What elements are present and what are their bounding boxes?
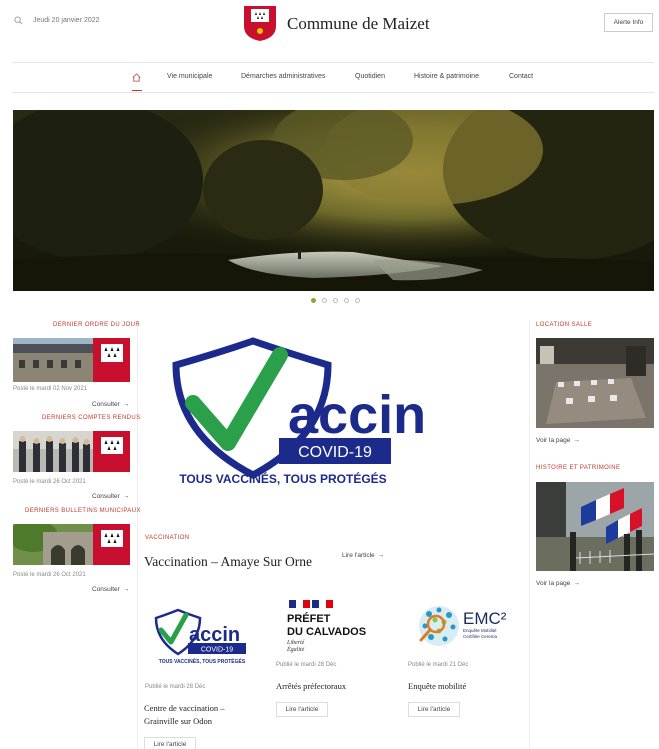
nav-quotidien[interactable]: Quotidien [355, 73, 385, 80]
arrow-right-icon: → [377, 552, 385, 559]
voir-la-page-label: Voir la page [536, 580, 571, 587]
arrow-right-icon: → [573, 580, 580, 587]
main-navigation: Vie municipale Démarches administratives… [12, 63, 654, 92]
left-post-date: Posté le mardi 02 Nov 2021 [13, 386, 88, 392]
right-section-heading: Location salle [536, 322, 593, 328]
left-section-heading: Derniers comptes rendus [42, 415, 141, 421]
featured-category[interactable]: Vaccination [145, 535, 190, 541]
card-logo-motto2: Égalité [286, 645, 305, 653]
card-post-date: Publié le mardi 28 Déc [145, 684, 206, 690]
slider-dots [311, 298, 360, 303]
comptes-rendus-thumbnail[interactable] [13, 431, 130, 472]
left-post-date: Posté le mardi 26 Oct 2021 [13, 479, 86, 485]
nav-divider-bottom [12, 92, 654, 93]
slider-dot-5[interactable] [355, 298, 360, 303]
arrow-right-icon: → [122, 586, 130, 593]
slider-dot-4[interactable] [344, 298, 349, 303]
histoire-patrimoine-thumbnail[interactable] [536, 482, 654, 571]
voir-la-page-link[interactable]: Voir la page → [536, 437, 580, 444]
arrow-right-icon: → [122, 401, 130, 408]
ordre-du-jour-thumbnail[interactable] [13, 338, 130, 382]
read-article-button[interactable]: Lire l'article [276, 702, 328, 717]
card-logo-sub2: Certifiée Cerema [463, 634, 498, 639]
right-section-heading: Histoire et patrimoine [536, 465, 621, 471]
card-title[interactable]: Arrêtés préfectoraux [276, 680, 391, 693]
card-logo-badge: COVID-19 [201, 647, 233, 654]
slider-dot-2[interactable] [322, 298, 327, 303]
card-vaccin-logo[interactable]: accin COVID-19 TOUS VACCINÉS, TOUS PROTÉ… [146, 606, 262, 670]
card-prefet-logo[interactable]: PRÉFET DU CALVADOS Liberté Égalité [285, 598, 385, 658]
voir-la-page-label: Voir la page [536, 437, 571, 444]
arrow-right-icon: → [573, 437, 580, 444]
site-title[interactable]: Commune de Maizet [287, 14, 430, 34]
consulter-link[interactable]: Consulter → [92, 493, 129, 500]
slider-dot-1[interactable] [311, 298, 316, 303]
nav-contact[interactable]: Contact [509, 73, 533, 80]
slider-dot-3[interactable] [333, 298, 338, 303]
card-logo-sub1: Enquête Mobilité [463, 628, 497, 633]
featured-read-link[interactable]: Lire l'article → [342, 552, 384, 559]
featured-title[interactable]: Vaccination – Amaye Sur Orne [144, 552, 329, 572]
nav-vie-municipale[interactable]: Vie municipale [167, 73, 212, 80]
bulletins-thumbnail[interactable] [13, 524, 130, 565]
card-title[interactable]: Enquête mobilité [408, 680, 523, 693]
card-logo-motto1: Liberté [286, 640, 305, 646]
read-article-button[interactable]: Lire l'article [144, 737, 196, 749]
card-logo-tagline: TOUS VACCINÉS, TOUS PROTÉGÉS [159, 657, 246, 665]
location-salle-thumbnail[interactable] [536, 338, 654, 428]
left-section-heading: Dernier ordre du jour [53, 322, 141, 328]
card-title[interactable]: Centre de vaccination – Grainville sur O… [144, 702, 254, 728]
commune-crest-logo[interactable] [242, 4, 278, 42]
featured-logo-badge: COVID-19 [298, 444, 372, 461]
read-article-label: Lire l'article [342, 552, 375, 559]
search-icon[interactable] [14, 16, 23, 25]
active-indicator [132, 90, 142, 91]
left-section-heading: Derniers bulletins municipaux [25, 508, 141, 514]
consulter-label: Consulter [92, 586, 120, 593]
column-divider-left [137, 320, 138, 749]
column-divider-right [529, 320, 530, 749]
arrow-right-icon: → [122, 493, 130, 500]
consulter-link[interactable]: Consulter → [92, 401, 129, 408]
consulter-label: Consulter [92, 401, 120, 408]
featured-logo-word: accin [288, 385, 426, 445]
read-article-button[interactable]: Lire l'article [408, 702, 460, 717]
card-logo-line1: PRÉFET [287, 612, 331, 625]
card-logo-word: accin [189, 624, 240, 646]
nav-demarches[interactable]: Démarches administratives [241, 73, 325, 80]
nav-histoire-patrimoine[interactable]: Histoire & patrimoine [414, 73, 479, 80]
voir-la-page-link[interactable]: Voir la page → [536, 580, 580, 587]
header-date: Jeudi 20 janvier 2022 [14, 16, 100, 25]
card-post-date: Publié le mardi 28 Déc [276, 662, 337, 668]
consulter-label: Consulter [92, 493, 120, 500]
card-emc2-logo[interactable]: EMC² Enquête Mobilité Certifiée Cerema [413, 600, 523, 655]
card-post-date: Publié le mardi 21 Déc [408, 662, 469, 668]
card-logo-line2: DU CALVADOS [287, 626, 366, 638]
featured-logo-tagline: TOUS VACCINÉS, TOUS PROTÉGÉS [179, 471, 386, 486]
alert-info-button[interactable]: Alerte Info [604, 13, 653, 32]
left-post-date: Posté le mardi 26 Oct 2021 [13, 572, 86, 578]
consulter-link[interactable]: Consulter → [92, 586, 129, 593]
current-date: Jeudi 20 janvier 2022 [33, 17, 100, 24]
card-logo-word: EMC² [463, 609, 507, 628]
hero-slider-image[interactable] [13, 110, 654, 291]
featured-vaccin-logo[interactable]: accin COVID-19 TOUS VACCINÉS, TOUS PROTÉ… [148, 325, 518, 525]
home-icon[interactable] [132, 73, 141, 82]
